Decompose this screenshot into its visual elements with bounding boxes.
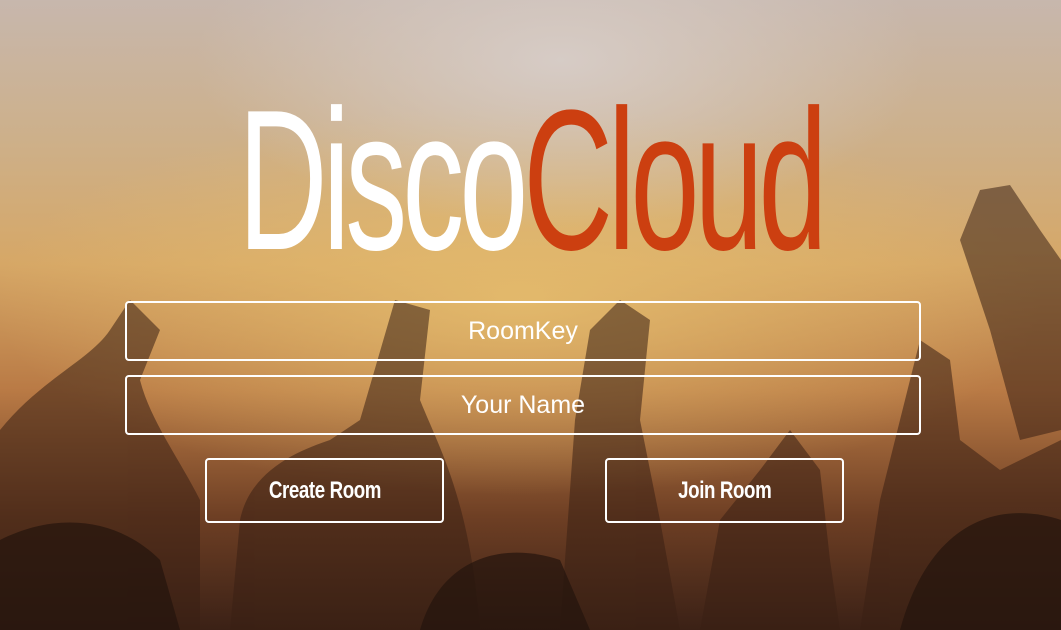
join-room-button[interactable]: Join Room bbox=[605, 458, 844, 523]
join-room-label: Join Room bbox=[677, 476, 772, 504]
room-key-input[interactable] bbox=[125, 301, 921, 361]
your-name-input[interactable] bbox=[125, 375, 921, 435]
app-title-disco: Disco bbox=[238, 69, 528, 292]
create-room-button[interactable]: Create Room bbox=[205, 458, 444, 523]
create-room-label: Create Room bbox=[268, 476, 381, 504]
app-title: DiscoCloud bbox=[201, 81, 859, 281]
app-title-cloud: Cloud bbox=[523, 69, 827, 292]
